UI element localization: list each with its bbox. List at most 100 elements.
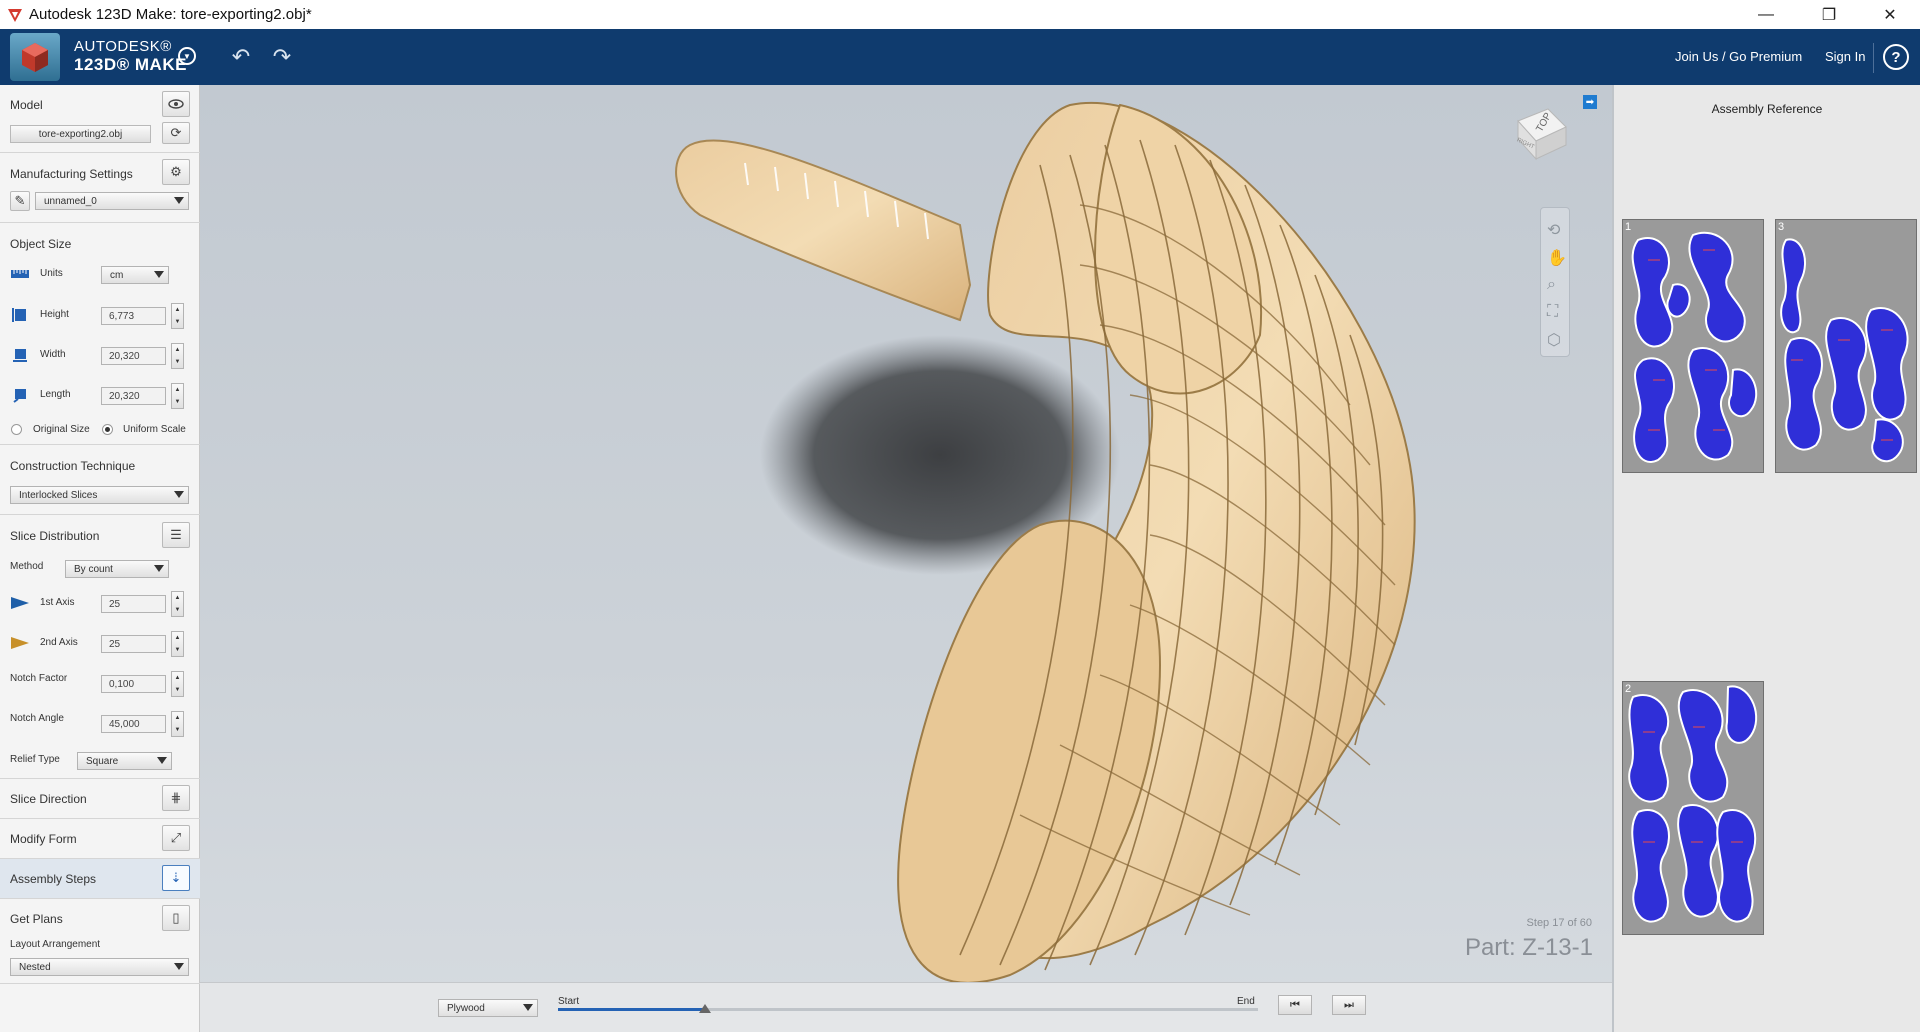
undo-icon[interactable]: ↶ [226, 43, 256, 71]
length-input[interactable]: 20,320 [101, 387, 166, 405]
original-size-radio[interactable] [11, 424, 22, 435]
notch-factor-stepper[interactable]: ▲ ▼ [171, 671, 184, 697]
cut-sheet-1[interactable]: 1 [1622, 219, 1764, 473]
width-stepper[interactable]: ▲ ▼ [171, 343, 184, 369]
previous-step-icon[interactable]: ⏮ [1278, 995, 1312, 1015]
slider-end-label: End [1237, 996, 1255, 1007]
first-axis-input[interactable]: 25 [101, 595, 166, 613]
refresh-icon[interactable]: ⟳ [162, 122, 190, 144]
width-input[interactable]: 20,320 [101, 347, 166, 365]
step-slider-thumb[interactable] [699, 1004, 711, 1013]
length-icon [11, 387, 29, 403]
sheet-number: 1 [1625, 221, 1632, 233]
panel-toggle-icon[interactable]: ➡ [1583, 95, 1597, 109]
notch-factor-input[interactable]: 0,100 [101, 675, 166, 693]
notch-angle-input[interactable]: 45,000 [101, 715, 166, 733]
redo-icon[interactable]: ↷ [267, 43, 297, 71]
model-file-button[interactable]: tore-exporting2.obj [10, 125, 151, 143]
pan-hand-icon[interactable]: ✋ [1547, 248, 1567, 268]
slider-start-label: Start [558, 996, 580, 1007]
height-input[interactable]: 6,773 [101, 307, 166, 325]
uniform-scale-radio[interactable] [102, 424, 113, 435]
cut-sheet-3[interactable]: 3 [1775, 219, 1917, 473]
second-axis-stepper[interactable]: ▲ ▼ [171, 631, 184, 657]
sheet-number: 3 [1778, 221, 1785, 233]
second-axis-input[interactable]: 25 [101, 635, 166, 653]
uniform-scale-label: Uniform Scale [123, 424, 186, 435]
height-stepper[interactable]: ▲ ▼ [171, 303, 184, 329]
window-title: Autodesk 123D Make: tore-exporting2.obj* [29, 6, 312, 23]
get-plans-section: Get Plans ▯ Layout Arrangement Nested [0, 899, 200, 984]
section-title: Model [10, 98, 43, 112]
slice-distribution-section: Slice Distribution ☰ Method By count 1st… [0, 515, 200, 779]
chevron-down-icon [154, 271, 164, 278]
section-title: Slice Distribution [10, 529, 100, 543]
document-icon[interactable]: ▯ [162, 905, 190, 931]
second-axis-icon [11, 635, 29, 651]
slice-distribution-icon[interactable]: ☰ [162, 522, 190, 548]
app-header: AUTODESK® 123D® MAKE ▼ ↶ ↷ Join Us / Go … [0, 29, 1920, 85]
minimize-button[interactable]: — [1736, 0, 1796, 29]
home-view-icon[interactable]: ⬡ [1547, 330, 1561, 350]
section-title: Get Plans [10, 912, 63, 926]
slice-direction-icon[interactable]: ⋕ [162, 785, 190, 811]
viewcube[interactable]: TOP RIGHT [1510, 103, 1570, 163]
gear-icon[interactable]: ⚙ [162, 159, 190, 185]
layout-arrangement-label: Layout Arrangement [10, 939, 101, 950]
help-icon[interactable]: ? [1883, 44, 1909, 70]
cube-logo-icon [22, 43, 48, 72]
torus-upper-lobe [1094, 103, 1263, 395]
cut-sheet-2[interactable]: 2 [1622, 681, 1764, 935]
zoom-icon[interactable]: ⌕ [1547, 276, 1556, 294]
part-name: Part: Z-13-1 [1464, 934, 1593, 961]
chevron-down-icon [523, 1004, 533, 1011]
construction-technique-select[interactable]: Interlocked Slices [10, 486, 189, 504]
visibility-eye-icon[interactable] [162, 91, 190, 117]
orbit-icon[interactable]: ⟲ [1547, 220, 1560, 240]
material-select[interactable]: Plywood [438, 999, 538, 1017]
ruler-icon [11, 266, 29, 282]
first-axis-stepper[interactable]: ▲ ▼ [171, 591, 184, 617]
nested-parts [1780, 238, 1909, 463]
app-menu-chevron-icon[interactable]: ▼ [178, 47, 196, 65]
notch-factor-label: Notch Factor [10, 673, 68, 684]
chevron-down-icon [174, 197, 184, 204]
join-premium-link[interactable]: Join Us / Go Premium [1675, 49, 1802, 64]
modify-form-icon[interactable]: ⤢ [162, 825, 190, 851]
app-logo-icon [4, 4, 26, 26]
nested-parts [1628, 685, 1758, 923]
step-slider-fill [558, 1008, 705, 1011]
units-select[interactable]: cm [101, 266, 169, 284]
assembly-steps-icon[interactable]: ⇣ [162, 865, 190, 891]
next-step-icon[interactable]: ⏭ [1332, 995, 1366, 1015]
notch-angle-label: Notch Angle [10, 713, 64, 724]
close-button[interactable]: ✕ [1860, 0, 1920, 29]
chevron-down-icon [154, 565, 164, 572]
3d-viewport[interactable]: ➡ TOP RIGHT ⟲ ✋ ⌕ ⛶ ⬡ Step 17 of 60 Part… [200, 85, 1612, 1032]
nested-parts [1631, 231, 1758, 463]
sign-in-link[interactable]: Sign In [1825, 49, 1865, 64]
edit-pencil-icon[interactable]: ✎ [10, 191, 30, 211]
app-logo[interactable] [10, 33, 60, 81]
relief-type-select[interactable]: Square [77, 752, 172, 770]
layout-arrangement-select[interactable]: Nested [10, 958, 189, 976]
manufacturing-preset-select[interactable]: unnamed_0 [35, 192, 189, 210]
section-title: Assembly Steps [10, 872, 97, 886]
header-divider [1873, 43, 1874, 73]
modify-form-section[interactable]: Modify Form ⤢ [0, 819, 200, 859]
slice-direction-section[interactable]: Slice Direction ⋕ [0, 779, 200, 819]
torus-slice-model[interactable] [200, 85, 1612, 982]
assembly-steps-section[interactable]: Assembly Steps ⇣ [0, 859, 200, 899]
section-title: Modify Form [10, 832, 77, 846]
assembly-reference-title: Assembly Reference [1711, 102, 1823, 116]
step-slider-track[interactable] [558, 1004, 1258, 1013]
notch-angle-stepper[interactable]: ▲ ▼ [171, 711, 184, 737]
method-select[interactable]: By count [65, 560, 169, 578]
restore-button[interactable]: ❐ [1799, 0, 1859, 29]
settings-panel: Model tore-exporting2.obj ⟳ Manufacturin… [0, 85, 200, 1032]
fit-view-icon[interactable]: ⛶ [1547, 303, 1558, 321]
chevron-down-icon [174, 491, 184, 498]
chevron-down-icon [174, 963, 184, 970]
length-stepper[interactable]: ▲ ▼ [171, 383, 184, 409]
construction-section: Construction Technique Interlocked Slice… [0, 445, 200, 515]
